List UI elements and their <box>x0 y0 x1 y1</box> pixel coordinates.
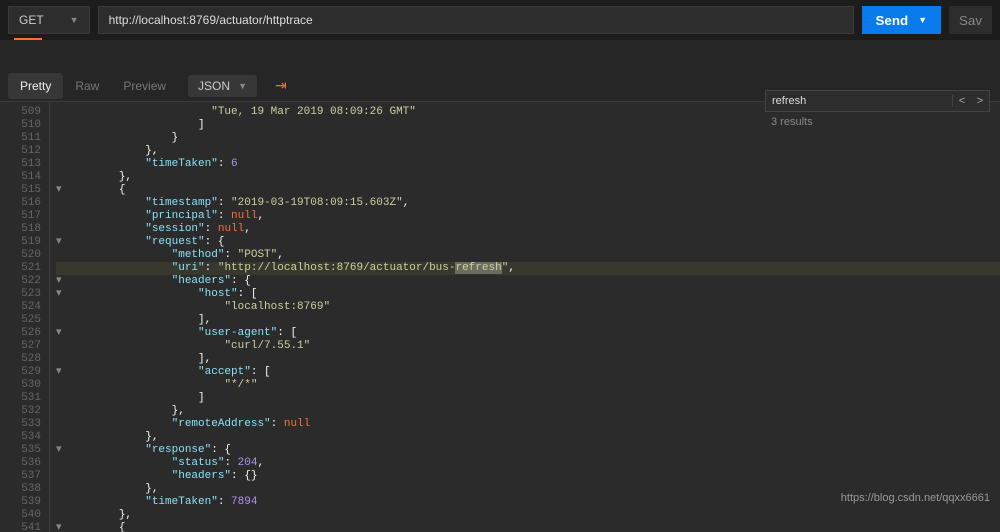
send-button[interactable]: Send ▼ <box>862 6 942 34</box>
find-panel: < > 3 results <box>765 90 990 132</box>
send-button-label: Send <box>876 13 909 28</box>
http-method-value: GET <box>19 13 44 27</box>
find-next-button[interactable]: > <box>971 95 989 107</box>
chevron-down-icon: ▼ <box>238 81 247 91</box>
find-input[interactable] <box>766 95 952 107</box>
chevron-down-icon: ▼ <box>70 15 79 25</box>
wrap-icon[interactable]: ⇥ <box>267 73 295 98</box>
response-editor: 509 510 511 512 513 514 515 516 517 518 … <box>0 102 1000 532</box>
find-prev-button[interactable]: < <box>953 95 971 107</box>
url-input[interactable] <box>98 6 854 34</box>
line-gutter: 509 510 511 512 513 514 515 516 517 518 … <box>0 102 50 532</box>
active-tab-underline <box>14 38 42 40</box>
body-format-select[interactable]: JSON ▼ <box>188 75 257 97</box>
http-method-select[interactable]: GET ▼ <box>8 6 90 34</box>
chevron-down-icon: ▼ <box>918 15 927 25</box>
tab-pretty[interactable]: Pretty <box>8 73 63 99</box>
tabs-marker <box>0 40 1000 46</box>
save-button[interactable]: Sav <box>949 6 992 34</box>
find-results-text: 3 results <box>765 112 990 132</box>
tab-preview[interactable]: Preview <box>111 73 178 99</box>
tab-raw[interactable]: Raw <box>63 73 111 99</box>
watermark: https://blog.csdn.net/qqxx6661 <box>841 492 990 504</box>
body-format-value: JSON <box>198 79 230 93</box>
code-area[interactable]: "Tue, 19 Mar 2019 08:09:26 GMT" ] } }, "… <box>50 102 1000 532</box>
request-bar: GET ▼ Send ▼ Sav <box>0 0 1000 40</box>
